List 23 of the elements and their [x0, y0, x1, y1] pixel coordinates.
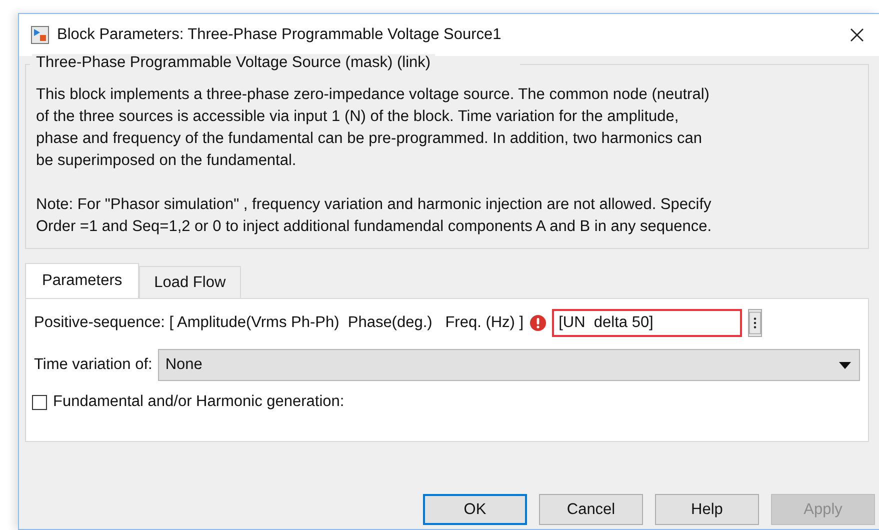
checkbox-label: Fundamental and/or Harmonic generation: — [53, 393, 344, 411]
parameter-label: Time variation of: — [34, 356, 152, 374]
parameter-field[interactable]: [UN delta 50] — [552, 309, 742, 337]
description-text: of the three sources is accessible via input 1 (N) of the block. Time variation for the amplitude, — [36, 107, 680, 127]
window-title: Block Parameters: Three-Phase Programmable Voltage Source1 — [57, 26, 502, 44]
checkbox[interactable] — [32, 394, 47, 410]
parameter-label: Positive-sequence: [ Amplitude(Vrms Ph-Ph) Phase(deg.) Freq. (Hz) ] — [34, 314, 524, 332]
more-options-icon[interactable] — [748, 309, 762, 337]
tab[interactable]: Load Flow — [139, 266, 241, 298]
description-text: be superimposed on the fundamental. — [36, 151, 298, 171]
note-text: Order =1 and Seq=1,2 or 0 to inject additional fundamendal components A and B in any sequence. — [36, 217, 713, 237]
description-text: phase and frequency of the fundamental can be pre-programmed. In addition, two harmonics can — [36, 129, 704, 149]
dialog-button[interactable]: Cancel — [539, 494, 643, 525]
close-icon[interactable] — [850, 28, 864, 42]
tab[interactable]: Parameters — [25, 263, 140, 298]
block-icon — [31, 26, 49, 44]
dropdown-arrow-icon — [839, 362, 851, 368]
note-text: Note: For "Phasor simulation" , frequency variation and harmonic injection are not allowed. Specify — [36, 195, 712, 215]
dropdown[interactable]: None — [158, 349, 860, 381]
dialog-button[interactable]: Help — [655, 494, 759, 525]
group-title: Three-Phase Programmable Voltage Source (mask) (link) — [32, 54, 435, 72]
dialog-button[interactable]: OK — [423, 494, 527, 525]
description-text: This block implements a three-phase zero-impedance voltage source. The common node (neutral) — [36, 85, 710, 105]
